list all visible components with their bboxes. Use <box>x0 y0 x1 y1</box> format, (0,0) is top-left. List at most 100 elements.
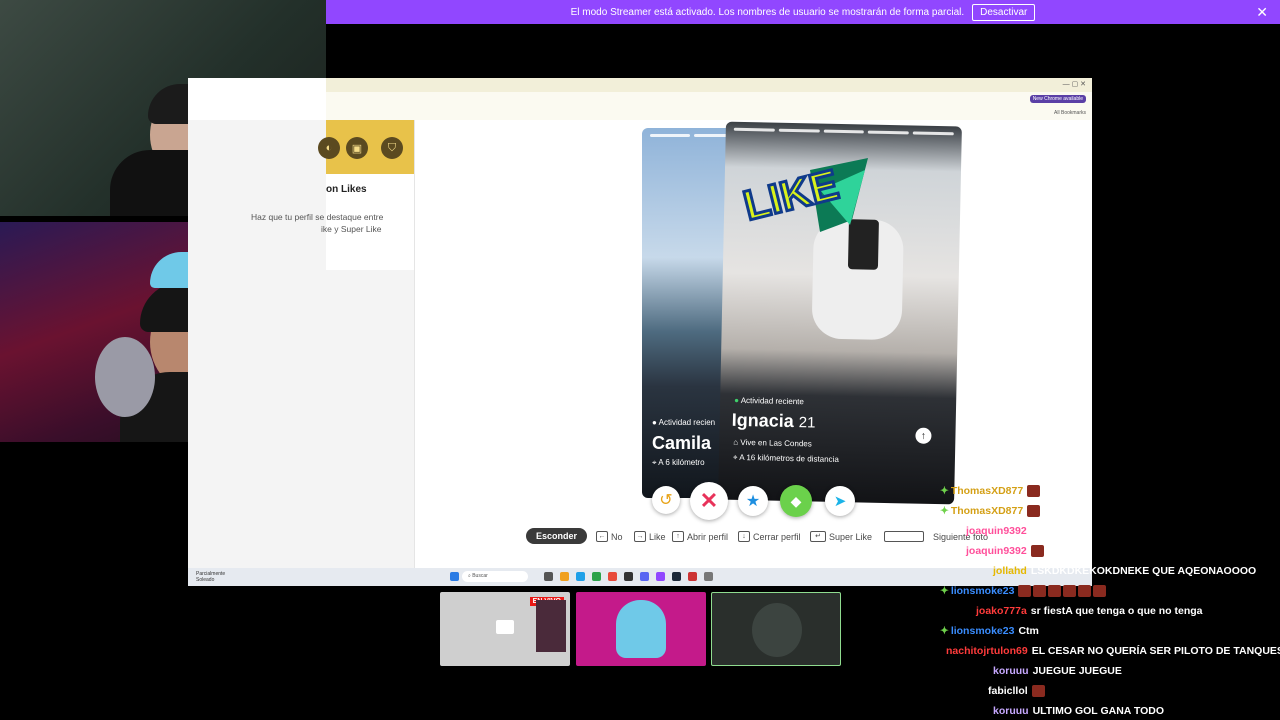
taskbar-search[interactable]: ⌕ Buscar <box>462 571 528 582</box>
chat-badge-icon: ✦ <box>940 505 949 517</box>
emote-icon <box>1027 505 1041 517</box>
files-icon[interactable] <box>560 572 569 581</box>
chat-username[interactable]: joaquin9392 <box>966 525 1027 537</box>
chat-username[interactable]: lionsmoke23 <box>951 585 1015 597</box>
settings-icon[interactable] <box>704 572 713 581</box>
chrome-update-badge[interactable]: New Chrome available <box>1029 95 1086 103</box>
chat-badge-icon: ✦ <box>940 625 949 637</box>
lives-in: ⌂ Vive en Las Condes <box>733 437 812 449</box>
distance-text: ⌖ A 6 kilómetro <box>652 458 705 467</box>
chat-message: joaquin9392 YIAAAAAA <box>936 522 1280 540</box>
emote-icon <box>1033 585 1047 597</box>
chat-message: joako777a sr fiestA que tenga o que no te… <box>936 602 1280 620</box>
discord-icon[interactable] <box>640 572 649 581</box>
emote-icon <box>1027 485 1041 497</box>
distance-text: A 16 kilómetros de distancia <box>739 452 839 465</box>
chat-text: YIAAAAAA <box>1030 525 1087 537</box>
start-icon[interactable] <box>450 572 459 581</box>
shortcut-super-like: ↵ Super Like <box>810 531 872 542</box>
chat-text: JUEGUE JUEGUE <box>1032 665 1122 677</box>
chat-username[interactable]: jollahd <box>993 565 1027 577</box>
down-arrow-key-icon: ↓ <box>738 531 750 542</box>
scene-thumbnail-live[interactable]: EN VIVO <box>440 592 570 666</box>
chat-message: ✦ lionsmoke23 Ctm <box>936 622 1280 640</box>
activity-status: ● Actividad reciente <box>734 395 805 407</box>
profile-name: Camila <box>652 433 712 453</box>
shortcut-super-like-label: Super Like <box>829 531 873 542</box>
chat-username[interactable]: joaquin9392 <box>966 545 1027 557</box>
chat-message: ✦ ThomasXD877 <box>936 502 1280 520</box>
chat-username[interactable]: koruuu <box>993 705 1029 717</box>
chat-username[interactable]: joako777a <box>976 605 1027 617</box>
chat-username[interactable]: koruuu <box>993 665 1029 677</box>
spotify-icon[interactable] <box>592 572 601 581</box>
enter-key-icon: ↵ <box>810 531 826 542</box>
twitch-icon[interactable] <box>656 572 665 581</box>
boost-icon[interactable]: ◐ <box>318 137 340 159</box>
deactivate-button[interactable]: Desactivar <box>972 3 1036 21</box>
steam-icon[interactable] <box>672 572 681 581</box>
weather-widget[interactable]: Parcialmente Soleado <box>196 571 225 583</box>
emote-icon <box>1063 585 1077 597</box>
chat-badge-icon: ✦ <box>940 485 949 497</box>
hide-shortcuts-button[interactable]: Esconder <box>526 528 588 544</box>
right-arrow-key-icon: → <box>634 531 646 542</box>
promo-description-line1: Haz que tu perfil se destaque entre <box>251 212 384 222</box>
shortcut-close-profile-label: Cerrar perfil <box>753 531 801 542</box>
shield-icon[interactable]: ⛉ <box>381 137 403 159</box>
nope-x-icon[interactable]: ✕ <box>690 482 728 520</box>
open-profile-icon[interactable]: ↑ <box>915 427 932 444</box>
promo-description: Haz que tu perfil se destaque entre ike … <box>251 211 383 235</box>
address-bar[interactable]: New Chrome available <box>326 92 1092 108</box>
boost-icon[interactable]: ◆ <box>780 485 812 517</box>
emote-icon <box>1078 585 1092 597</box>
promo-description-line2: ike y Super Like <box>321 224 382 234</box>
activity-text: Actividad reciente <box>740 395 805 407</box>
chat-message: koruuu ULTIMO GOL GANA TODO <box>936 702 1280 720</box>
rewind-icon[interactable]: ↺ <box>652 486 680 514</box>
scene-thumbnail-avatar[interactable] <box>576 592 706 666</box>
avatar-icon <box>752 603 802 657</box>
browser-titlebar: — ▢ ✕ <box>326 78 1092 92</box>
like-stamp: LIKE <box>740 158 868 232</box>
edge-icon[interactable] <box>576 572 585 581</box>
activity-text: Actividad recien <box>658 418 716 427</box>
chat-username[interactable]: ThomasXD877 <box>951 505 1023 517</box>
chat-message: koruuu JUEGUE JUEGUE <box>936 662 1280 680</box>
app-icon[interactable] <box>688 572 697 581</box>
briefcase-icon[interactable]: ▣ <box>346 137 368 159</box>
subscription-bar: ◐ ▣ ⛉ <box>318 120 414 174</box>
chat-overlay: ✦ ThomasXD877 ✦ ThomasXD877 joaquin9392 YIAAA… <box>936 482 1280 720</box>
all-bookmarks-label[interactable]: All Bookmarks <box>1054 110 1086 116</box>
shortcut-like-label: Like <box>649 531 666 542</box>
taskbar-search-text: Buscar <box>472 573 488 579</box>
promo-title: on Likes <box>326 184 367 195</box>
chat-text: sr fiestA que tenga o que no tenga <box>1030 605 1203 617</box>
monitor-icon <box>496 620 514 634</box>
task-view-icon[interactable] <box>544 572 553 581</box>
chat-username[interactable]: fabicllol <box>988 685 1028 697</box>
profile-age: 21 <box>798 414 816 432</box>
profile-name-row: Ignacia 21 <box>732 410 816 433</box>
shortcut-open-profile: ↑ Abrir perfil <box>672 531 728 542</box>
banner-message: El modo Streamer está activado. Los nomb… <box>570 6 965 18</box>
streamer-mode-banner: El modo Streamer está activado. Los nomb… <box>326 0 1280 24</box>
close-icon[interactable]: ✕ <box>1256 4 1268 21</box>
chat-text: ULTIMO GOL GANA TODO <box>1032 705 1165 717</box>
chat-message: jollahd LSKDKDKEKOKDNEKE QUE AQEONAOOOO <box>936 562 1280 580</box>
chat-username[interactable]: ThomasXD877 <box>951 485 1023 497</box>
emote-icon <box>1048 585 1062 597</box>
distance: ⌖ A 16 kilómetros de distancia <box>732 452 839 465</box>
chat-username[interactable]: lionsmoke23 <box>951 625 1015 637</box>
super-like-star-icon[interactable]: ★ <box>738 486 768 516</box>
window-controls[interactable]: — ▢ ✕ <box>1063 80 1086 88</box>
left-arrow-key-icon: ← <box>596 531 608 542</box>
mask-shape <box>95 337 155 417</box>
scene-thumbnail-cam[interactable] <box>711 592 841 666</box>
chrome-icon[interactable] <box>608 572 617 581</box>
shortcut-no-label: No <box>611 531 623 542</box>
send-icon[interactable]: ➤ <box>825 486 855 516</box>
obs-icon[interactable] <box>624 572 633 581</box>
chat-username[interactable]: nachitojrtulon69 <box>946 645 1028 657</box>
chat-message: ✦ lionsmoke23 <box>936 582 1280 600</box>
